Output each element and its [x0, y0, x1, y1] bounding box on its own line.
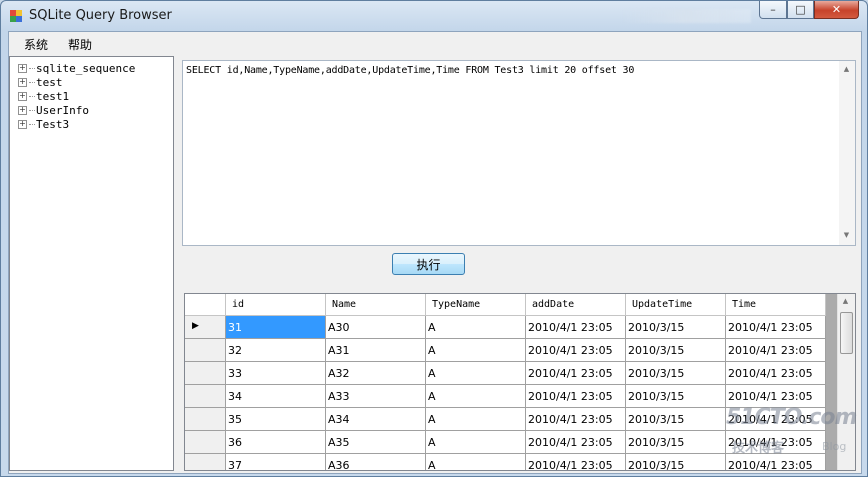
- grid-cell-adddate[interactable]: 2010/4/1 23:05: [526, 431, 626, 454]
- maximize-button[interactable]: □: [787, 1, 814, 19]
- window-title: SQLite Query Browser: [29, 8, 172, 23]
- grid-cell-name[interactable]: A32: [326, 362, 426, 385]
- close-button[interactable]: ✕: [814, 1, 859, 19]
- grid-cell-id[interactable]: 33: [226, 362, 326, 385]
- row-header[interactable]: [185, 385, 226, 408]
- scroll-up-icon[interactable]: ▲: [842, 65, 851, 73]
- grid-cell-id[interactable]: 31: [226, 316, 326, 339]
- sql-scrollbar[interactable]: ▲ ▼: [839, 61, 855, 245]
- column-header-updatetime[interactable]: UpdateTime: [626, 294, 726, 316]
- grid-cell-time[interactable]: 2010/4/1 23:05: [726, 454, 826, 470]
- menu-system[interactable]: 系统: [24, 36, 48, 53]
- watermark-tag: Blog: [822, 440, 847, 453]
- grid-corner-header[interactable]: [185, 294, 226, 316]
- tree-item-sqlite-sequence[interactable]: + sqlite_sequence: [18, 61, 135, 75]
- grid-cell-typename[interactable]: A: [426, 454, 526, 470]
- grid-cell-id[interactable]: 34: [226, 385, 326, 408]
- execute-button[interactable]: 执行: [392, 253, 465, 275]
- grid-cell-time[interactable]: 2010/4/1 23:05: [726, 362, 826, 385]
- tree-item-label: sqlite_sequence: [36, 61, 136, 75]
- menu-help[interactable]: 帮助: [68, 36, 92, 53]
- sql-query-text[interactable]: SELECT id,Name,TypeName,addDate,UpdateTi…: [186, 65, 634, 76]
- grid-cell-name[interactable]: A34: [326, 408, 426, 431]
- row-header[interactable]: [185, 362, 226, 385]
- grid-cell-id[interactable]: 35: [226, 408, 326, 431]
- sql-query-input[interactable]: SELECT id,Name,TypeName,addDate,UpdateTi…: [182, 60, 856, 246]
- row-header[interactable]: [185, 408, 226, 431]
- grid-cell-updatetime[interactable]: 2010/3/15: [626, 431, 726, 454]
- expand-icon[interactable]: +: [18, 63, 27, 73]
- grid-cell-id[interactable]: 32: [226, 339, 326, 362]
- tree-item-test1[interactable]: + test1: [18, 89, 69, 103]
- tree-item-label: UserInfo: [36, 103, 89, 117]
- column-header-adddate[interactable]: addDate: [526, 294, 626, 316]
- grid-cell-name[interactable]: A35: [326, 431, 426, 454]
- grid-cell-name[interactable]: A31: [326, 339, 426, 362]
- grid-cell-name[interactable]: A33: [326, 385, 426, 408]
- app-icon: [10, 10, 22, 22]
- grid-cell-adddate[interactable]: 2010/4/1 23:05: [526, 454, 626, 470]
- grid-cell-name[interactable]: A30: [326, 316, 426, 339]
- column-header-time[interactable]: Time: [726, 294, 826, 316]
- grid-cell-adddate[interactable]: 2010/4/1 23:05: [526, 362, 626, 385]
- tree-item-test3[interactable]: + Test3: [18, 117, 69, 131]
- row-header[interactable]: ▶: [185, 316, 226, 339]
- scroll-down-icon[interactable]: ▼: [842, 231, 851, 239]
- grid-cell-time[interactable]: 2010/4/1 23:05: [726, 339, 826, 362]
- watermark-subtitle: 技术博客: [732, 441, 785, 456]
- grid-cell-typename[interactable]: A: [426, 362, 526, 385]
- grid-cell-adddate[interactable]: 2010/4/1 23:05: [526, 385, 626, 408]
- grid-cell-id[interactable]: 37: [226, 454, 326, 470]
- grid-cell-typename[interactable]: A: [426, 431, 526, 454]
- grid-cell-time[interactable]: 2010/4/1 23:05: [726, 316, 826, 339]
- expand-icon[interactable]: +: [18, 119, 27, 129]
- table-tree[interactable]: + sqlite_sequence + test + test1 + UserI…: [9, 56, 174, 471]
- grid-cell-updatetime[interactable]: 2010/3/15: [626, 362, 726, 385]
- minimize-icon: –: [770, 3, 776, 16]
- minimize-button[interactable]: –: [759, 1, 787, 19]
- grid-cell-adddate[interactable]: 2010/4/1 23:05: [526, 316, 626, 339]
- grid-cell-typename[interactable]: A: [426, 339, 526, 362]
- maximize-icon: □: [795, 3, 806, 16]
- grid-cell-updatetime[interactable]: 2010/3/15: [626, 316, 726, 339]
- expand-icon[interactable]: +: [18, 77, 27, 87]
- scroll-thumb[interactable]: [840, 312, 853, 354]
- scroll-up-icon[interactable]: ▲: [841, 297, 850, 305]
- watermark-logo: 51CTO.com: [726, 405, 857, 430]
- grid-cell-typename[interactable]: A: [426, 385, 526, 408]
- tree-item-label: Test3: [36, 117, 70, 131]
- tree-item-label: test1: [36, 89, 70, 103]
- grid-cell-updatetime[interactable]: 2010/3/15: [626, 339, 726, 362]
- grid-cell-updatetime[interactable]: 2010/3/15: [626, 408, 726, 431]
- tree-item-test[interactable]: + test: [18, 75, 63, 89]
- grid-cell-name[interactable]: A36: [326, 454, 426, 470]
- title-bar[interactable]: SQLite Query Browser – □ ✕: [1, 1, 867, 31]
- close-icon: ✕: [831, 3, 842, 16]
- tree-item-label: test: [36, 75, 63, 89]
- grid-cell-updatetime[interactable]: 2010/3/15: [626, 385, 726, 408]
- grid-cell-adddate[interactable]: 2010/4/1 23:05: [526, 339, 626, 362]
- current-row-icon: ▶: [192, 321, 199, 331]
- grid-cell-typename[interactable]: A: [426, 408, 526, 431]
- row-header[interactable]: [185, 339, 226, 362]
- row-header[interactable]: [185, 454, 226, 470]
- row-header[interactable]: [185, 431, 226, 454]
- grid-cell-typename[interactable]: A: [426, 316, 526, 339]
- expand-icon[interactable]: +: [18, 105, 27, 115]
- column-header-typename[interactable]: TypeName: [426, 294, 526, 316]
- column-header-name[interactable]: Name: [326, 294, 426, 316]
- grid-cell-id[interactable]: 36: [226, 431, 326, 454]
- grid-cell-updatetime[interactable]: 2010/3/15: [626, 454, 726, 470]
- column-header-id[interactable]: id: [226, 294, 326, 316]
- expand-icon[interactable]: +: [18, 91, 27, 101]
- grid-cell-adddate[interactable]: 2010/4/1 23:05: [526, 408, 626, 431]
- menu-bar: 系统 帮助: [9, 32, 861, 54]
- tree-item-userinfo[interactable]: + UserInfo: [18, 103, 89, 117]
